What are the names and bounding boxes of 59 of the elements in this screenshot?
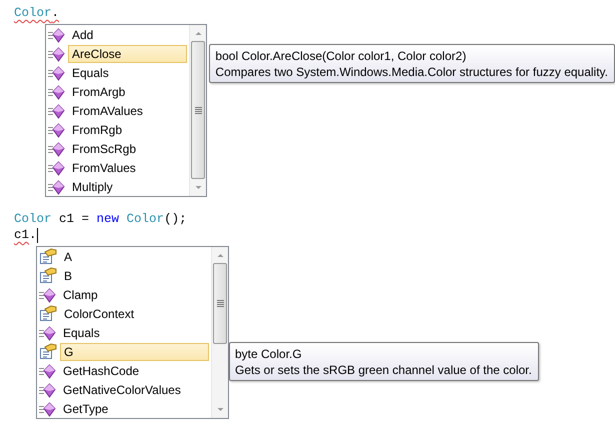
method-icon bbox=[39, 286, 56, 302]
scroll-up-icon bbox=[194, 31, 202, 36]
completion-item[interactable]: GetNativeColorValues bbox=[59, 380, 209, 398]
method-icon bbox=[48, 102, 65, 118]
completion-item[interactable]: A bbox=[60, 248, 209, 266]
method-icon bbox=[39, 324, 56, 340]
completion-item[interactable]: G bbox=[60, 342, 209, 360]
completion-item[interactable]: B bbox=[60, 266, 209, 284]
completion-item[interactable]: FromRgb bbox=[68, 120, 188, 138]
method-icon bbox=[48, 140, 65, 156]
completion-item[interactable]: FromArgb bbox=[68, 82, 188, 100]
completion-item[interactable]: FromAValues bbox=[68, 102, 188, 120]
scrollbar[interactable] bbox=[211, 247, 228, 418]
scroll-down-icon bbox=[216, 407, 224, 412]
signature-text: byte Color.G bbox=[235, 346, 303, 362]
method-icon bbox=[39, 362, 56, 378]
completion-item[interactable]: FromValues bbox=[68, 158, 188, 176]
method-icon bbox=[48, 46, 65, 62]
method-icon bbox=[48, 64, 65, 80]
code-token: . bbox=[52, 5, 60, 21]
completion-item[interactable]: Clamp bbox=[59, 286, 209, 304]
description-text: Gets or sets the sRGB green channel value of the color. bbox=[235, 362, 532, 378]
completion-item[interactable]: AreClose bbox=[68, 44, 188, 62]
code-token: Color bbox=[14, 211, 52, 227]
property-icon bbox=[39, 343, 57, 360]
method-icon bbox=[48, 160, 65, 176]
property-icon bbox=[39, 267, 57, 284]
property-icon bbox=[39, 305, 57, 322]
method-icon bbox=[39, 382, 56, 398]
scroll-thumb[interactable] bbox=[191, 41, 206, 179]
method-icon bbox=[48, 84, 65, 100]
scroll-up-icon bbox=[216, 253, 224, 258]
code-token: Color bbox=[126, 211, 164, 227]
completion-item[interactable]: Add bbox=[68, 26, 188, 44]
code-token: . bbox=[29, 227, 37, 243]
completion-item[interactable]: Equals bbox=[59, 324, 209, 342]
completion-item[interactable]: GetHashCode bbox=[59, 362, 209, 380]
signature-text: bool Color.AreClose(Color color1, Color color2) bbox=[215, 48, 468, 64]
text-caret bbox=[36, 228, 38, 242]
completion-item[interactable]: GetType bbox=[59, 400, 209, 418]
description-text: Compares two System.Windows.Media.Color structures for fuzzy equality. bbox=[215, 64, 608, 80]
completion-item[interactable]: Multiply bbox=[68, 178, 188, 196]
scroll-thumb[interactable] bbox=[213, 263, 227, 344]
code-token: c1 = bbox=[58, 211, 90, 227]
scrollbar[interactable] bbox=[189, 25, 206, 196]
completion-item[interactable]: ColorContext bbox=[60, 304, 209, 322]
method-icon bbox=[48, 26, 65, 42]
code-token: Color bbox=[14, 5, 52, 21]
code-token: (); bbox=[164, 211, 187, 227]
code-token: c1 bbox=[14, 227, 30, 243]
grip-icon bbox=[194, 106, 202, 114]
completion-item[interactable]: Equals bbox=[68, 64, 188, 82]
scroll-down-icon bbox=[194, 185, 202, 190]
method-icon bbox=[39, 400, 56, 416]
completion-item[interactable]: FromScRgb bbox=[68, 140, 188, 158]
method-icon bbox=[48, 178, 65, 194]
grip-icon bbox=[216, 300, 224, 307]
method-icon bbox=[48, 122, 65, 138]
code-token: new bbox=[96, 211, 120, 227]
